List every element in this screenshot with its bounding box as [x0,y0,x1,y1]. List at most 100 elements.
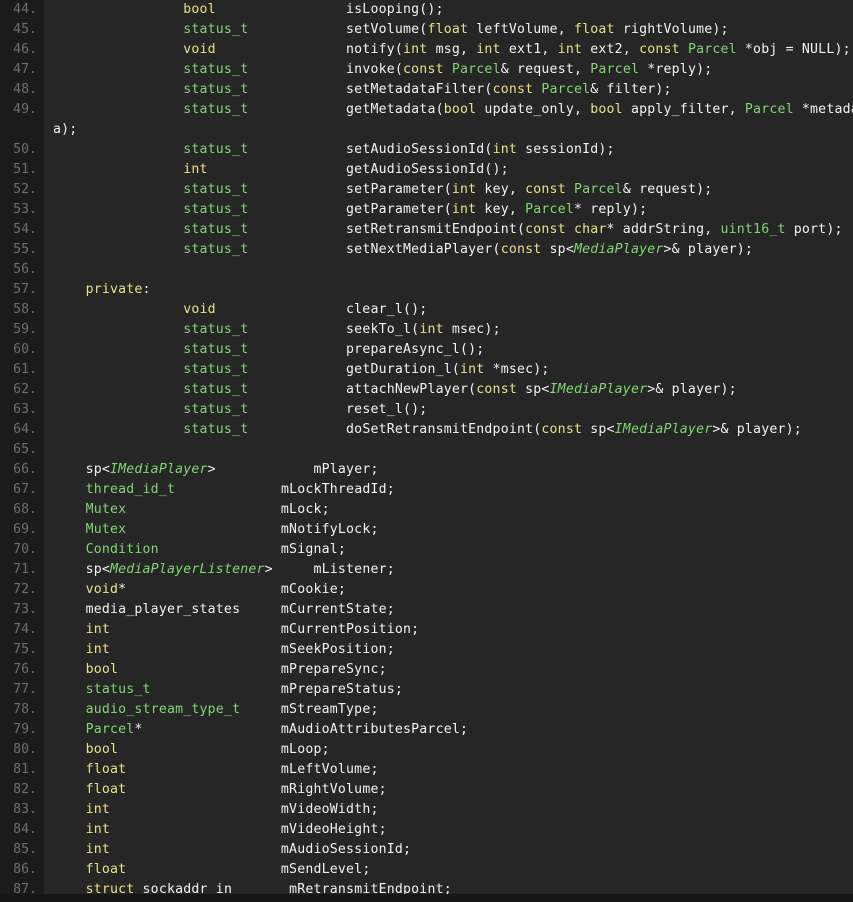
code-line[interactable]: 56. [0,260,853,280]
code-line[interactable]: 55. status_t setNextMediaPlayer(const sp… [0,240,853,260]
code-line-content[interactable]: Mutex mLock; [44,500,853,520]
code-line[interactable]: 59. status_t seekTo_l(int msec); [0,320,853,340]
code-line[interactable]: 46. void notify(int msg, int ext1, int e… [0,40,853,60]
code-line-content[interactable]: status_t setVolume(float leftVolume, flo… [44,20,853,40]
code-line[interactable]: 65. [0,440,853,460]
code-line-content[interactable]: status_t setRetransmitEndpoint(const cha… [44,220,853,240]
code-line[interactable]: 71. sp<MediaPlayerListener> mListener; [0,560,853,580]
code-line-content[interactable]: status_t seekTo_l(int msec); [44,320,853,340]
code-line[interactable]: 63. status_t reset_l(); [0,400,853,420]
code-line-content[interactable]: sp<MediaPlayerListener> mListener; [44,560,853,580]
code-line-content[interactable]: status_t getDuration_l(int *msec); [44,360,853,380]
code-line[interactable]: 78. audio_stream_type_t mStreamType; [0,700,853,720]
code-token [53,202,183,217]
horizontal-scrollbar[interactable] [0,894,853,902]
code-line[interactable]: 52. status_t setParameter(int key, const… [0,180,853,200]
code-token [53,642,86,657]
code-line-content[interactable]: status_t setAudioSessionId(int sessionId… [44,140,853,160]
code-line-content[interactable]: int getAudioSessionId(); [44,160,853,180]
code-line[interactable]: 44. bool isLooping(); [0,0,853,20]
code-line[interactable]: 69. Mutex mNotifyLock; [0,520,853,540]
code-line[interactable]: 49. status_t getMetadata(bool update_onl… [0,100,853,120]
code-line-content[interactable]: Mutex mNotifyLock; [44,520,853,540]
code-line-content[interactable]: private: [44,280,853,300]
code-line[interactable]: 50. status_t setAudioSessionId(int sessi… [0,140,853,160]
code-line-content[interactable]: float mSendLevel; [44,860,853,880]
code-line-content[interactable]: status_t getMetadata(bool update_only, b… [44,100,853,120]
code-line-content[interactable]: float mLeftVolume; [44,760,853,780]
code-line-content[interactable]: int mVideoWidth; [44,800,853,820]
code-line-content[interactable]: bool mLoop; [44,740,853,760]
code-line-content[interactable]: audio_stream_type_t mStreamType; [44,700,853,720]
code-line-content[interactable]: status_t invoke(const Parcel& request, P… [44,60,853,80]
code-line[interactable]: 67. thread_id_t mLockThreadId; [0,480,853,500]
code-line-content[interactable]: Condition mSignal; [44,540,853,560]
code-line-content[interactable]: status_t mPrepareStatus; [44,680,853,700]
code-line-content[interactable]: void notify(int msg, int ext1, int ext2,… [44,40,853,60]
code-line[interactable]: 77. status_t mPrepareStatus; [0,680,853,700]
code-line-content[interactable]: status_t doSetRetransmitEndpoint(const s… [44,420,853,440]
code-line[interactable]: 80. bool mLoop; [0,740,853,760]
code-token: reset_l(); [346,402,427,417]
code-line-content[interactable]: media_player_states mCurrentState; [44,600,853,620]
code-line-content[interactable]: void clear_l(); [44,300,853,320]
code-line[interactable]: 70. Condition mSignal; [0,540,853,560]
code-line[interactable]: 72. void* mCookie; [0,580,853,600]
code-line-content[interactable]: Parcel* mAudioAttributesParcel; [44,720,853,740]
code-line-content[interactable]: status_t reset_l(); [44,400,853,420]
code-line[interactable]: 75. int mSeekPosition; [0,640,853,660]
code-line-content[interactable]: int mSeekPosition; [44,640,853,660]
code-line[interactable]: 51. int getAudioSessionId(); [0,160,853,180]
code-line[interactable]: 62. status_t attachNewPlayer(const sp<IM… [0,380,853,400]
code-line[interactable]: 45. status_t setVolume(float leftVolume,… [0,20,853,40]
code-line[interactable]: 86. float mSendLevel; [0,860,853,880]
code-line[interactable]: 60. status_t prepareAsync_l(); [0,340,853,360]
code-line-content[interactable]: status_t setNextMediaPlayer(const sp<Med… [44,240,853,260]
code-line-content[interactable]: bool mPrepareSync; [44,660,853,680]
code-line-content[interactable]: sp<IMediaPlayer> mPlayer; [44,460,853,480]
code-line[interactable]: 48. status_t setMetadataFilter(const Par… [0,80,853,100]
code-token [126,782,281,797]
code-line-content[interactable]: status_t getParameter(int key, Parcel* r… [44,200,853,220]
code-line-content[interactable]: float mRightVolume; [44,780,853,800]
code-line-content[interactable]: int mCurrentPosition; [44,620,853,640]
code-line[interactable]: 58. void clear_l(); [0,300,853,320]
code-line-content[interactable]: status_t setParameter(int key, const Par… [44,180,853,200]
code-line-content[interactable]: status_t setMetadataFilter(const Parcel&… [44,80,853,100]
code-line[interactable]: 64. status_t doSetRetransmitEndpoint(con… [0,420,853,440]
code-line-content[interactable]: status_t prepareAsync_l(); [44,340,853,360]
code-line-content[interactable]: thread_id_t mLockThreadId; [44,480,853,500]
code-line[interactable]: 82. float mRightVolume; [0,780,853,800]
code-line[interactable]: 76. bool mPrepareSync; [0,660,853,680]
code-editor[interactable]: 44. bool isLooping();45. status_t setVol… [0,0,853,902]
line-number: 77. [0,680,44,700]
code-line[interactable]: 61. status_t getDuration_l(int *msec); [0,360,853,380]
code-line-content[interactable]: bool isLooping(); [44,0,853,20]
code-line-content[interactable]: a); [44,120,853,140]
code-line[interactable]: 84. int mVideoHeight; [0,820,853,840]
code-line-content[interactable]: void* mCookie; [44,580,853,600]
code-line[interactable]: 53. status_t getParameter(int key, Parce… [0,200,853,220]
code-line[interactable]: 85. int mAudioSessionId; [0,840,853,860]
code-token: Parcel [745,102,794,117]
code-line[interactable]: 74. int mCurrentPosition; [0,620,853,640]
code-line[interactable]: a); [0,120,853,140]
code-content-area[interactable]: 44. bool isLooping();45. status_t setVol… [0,0,853,900]
code-token: int [558,42,582,57]
code-line[interactable]: 73. media_player_states mCurrentState; [0,600,853,620]
code-line[interactable]: 57. private: [0,280,853,300]
code-line[interactable]: 54. status_t setRetransmitEndpoint(const… [0,220,853,240]
code-token: Parcel [590,62,639,77]
code-line-content[interactable]: int mVideoHeight; [44,820,853,840]
code-line[interactable]: 79. Parcel* mAudioAttributesParcel; [0,720,853,740]
code-line-content[interactable]: status_t attachNewPlayer(const sp<IMedia… [44,380,853,400]
line-number: 86. [0,860,44,880]
code-line[interactable]: 68. Mutex mLock; [0,500,853,520]
code-line[interactable]: 66. sp<IMediaPlayer> mPlayer; [0,460,853,480]
code-line[interactable]: 47. status_t invoke(const Parcel& reques… [0,60,853,80]
line-number: 74. [0,620,44,640]
code-line-content[interactable]: int mAudioSessionId; [44,840,853,860]
code-line[interactable]: 83. int mVideoWidth; [0,800,853,820]
code-line[interactable]: 81. float mLeftVolume; [0,760,853,780]
code-token: const [403,62,444,77]
